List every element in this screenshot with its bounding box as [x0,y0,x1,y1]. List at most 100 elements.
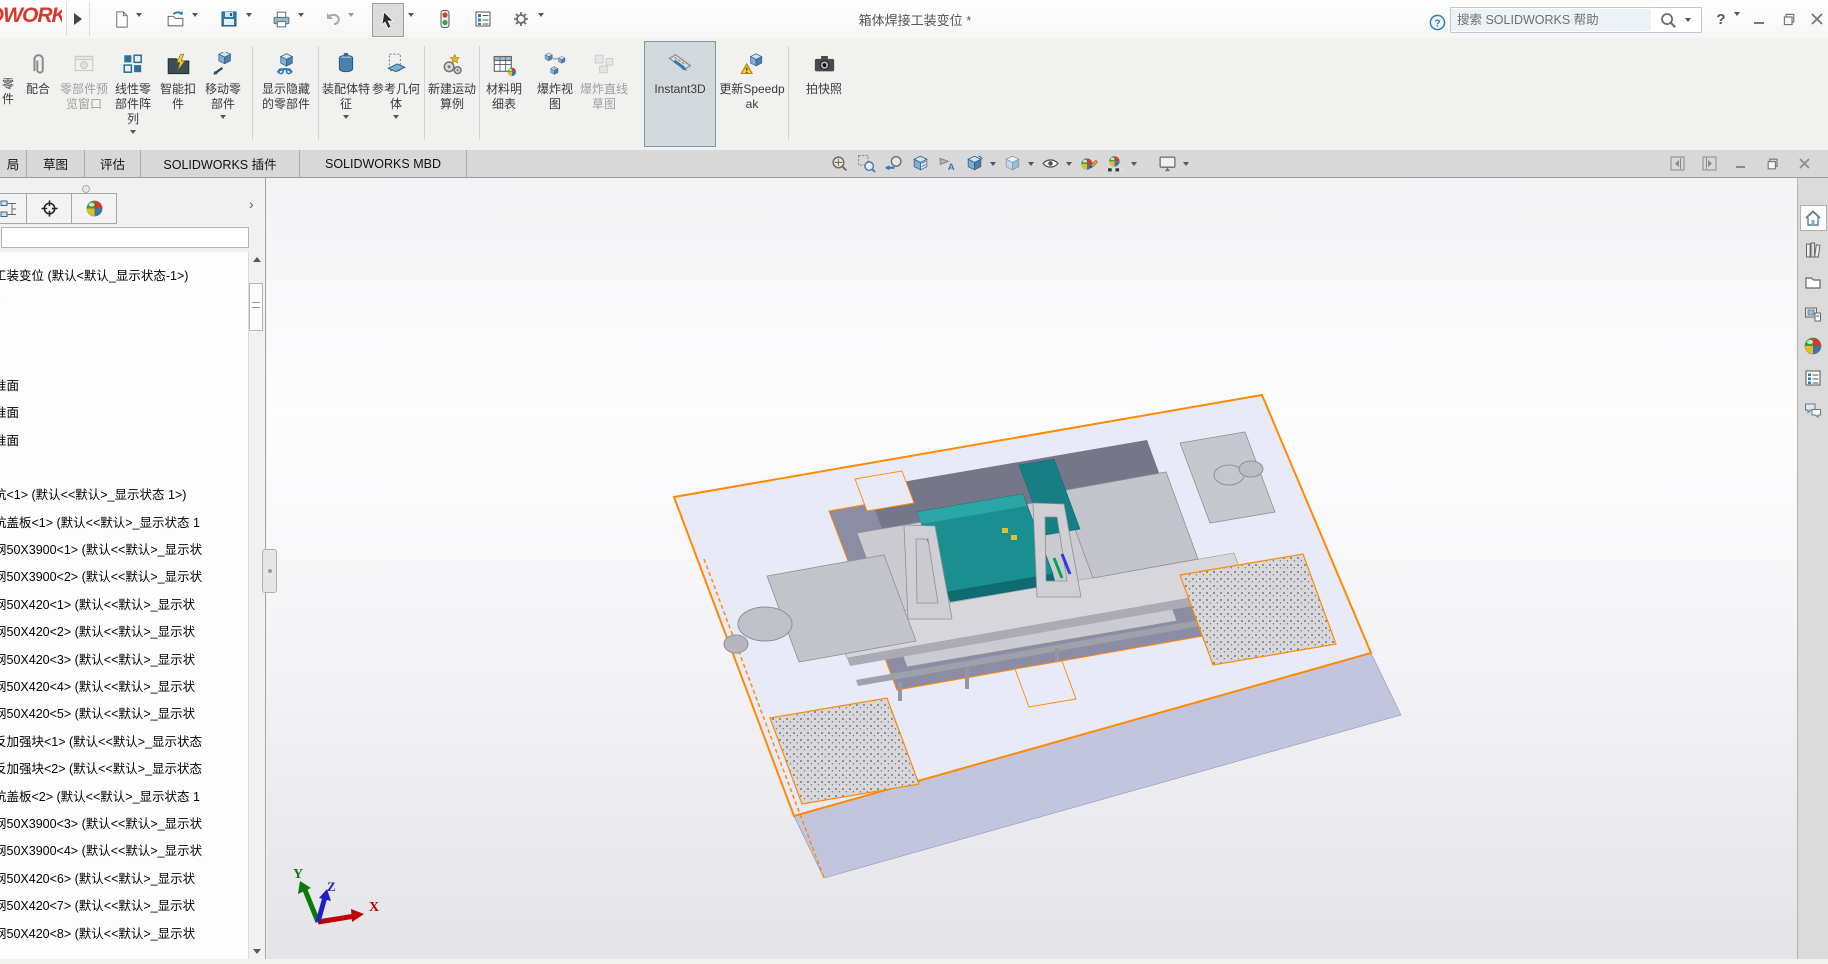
ribbon-button-insert-component-clipped[interactable]: 零 件 [0,41,16,147]
feature-tree-item[interactable]: 网50X420<2> (默认<<默认>_显示状 [0,617,248,644]
feature-tree-item[interactable]: y [0,288,248,315]
zoom-to-fit-button[interactable] [828,153,850,175]
ribbon-button-reference-geometry[interactable]: 参考几何体 [372,41,420,147]
view-orientation-button[interactable] [963,153,985,175]
reference-geometry-dropdown[interactable] [393,115,399,119]
feature-tree-item[interactable]: 网50X420<3> (默认<<默认>_显示状 [0,644,248,671]
print-button[interactable] [268,4,294,34]
feature-tree-item[interactable]: 网50X3900<3> (默认<<默认>_显示状 [0,809,248,836]
hide-show-items-button[interactable] [1039,153,1061,175]
ribbon-button-mate[interactable]: 配合 [18,41,58,147]
taskpane-appearances-button[interactable] [1800,333,1827,359]
save-dropdown[interactable] [246,17,256,27]
hide-show-items-dropdown[interactable] [1066,162,1072,166]
taskpane-file-explorer-button[interactable] [1800,269,1827,295]
panel-splitter-handle[interactable] [262,549,277,593]
feature-tree-item[interactable]: 网50X420<5> (默认<<默认>_显示状 [0,699,248,726]
ribbon-button-linear-component-pattern[interactable]: 线性零部件阵列 [110,41,156,147]
print-dropdown[interactable] [298,17,308,27]
search-input[interactable] [1451,9,1651,31]
new-document-button[interactable] [108,4,134,34]
feature-tree-item[interactable]: 网50X420<6> (默认<<默认>_显示状 [0,864,248,891]
minimize-button[interactable] [1748,8,1770,30]
taskpane-home-button[interactable] [1800,205,1827,231]
feature-tree-item[interactable]: 网50X420<1> (默认<<默认>_显示状 [0,590,248,617]
ribbon-button-update-speedpak[interactable]: 更新Speedpak [718,41,786,147]
feature-tree-item[interactable]: 工装变位 (默认<默认_显示状态-1>) [0,261,248,288]
view-settings-button[interactable] [1156,153,1178,175]
tab-property-manager[interactable] [27,193,72,224]
search-button[interactable] [1651,11,1685,30]
ribbon-button-take-snapshot[interactable]: 拍快照 [792,41,856,147]
hide-show-annotations-button[interactable] [936,153,958,175]
tab-feature-manager-tree[interactable] [0,193,27,224]
help-button[interactable]: ? [1710,8,1732,30]
view-settings-dropdown[interactable] [1183,162,1189,166]
panel-expand-chevron[interactable]: › [249,196,254,212]
ribbon-button-exploded-view[interactable]: 爆炸视图 [532,41,578,147]
restore-document-button[interactable] [1764,155,1782,173]
feature-tree-item[interactable]: 反加强块<2> (默认<<默认>_显示状态 [0,754,248,781]
select-tool-dropdown[interactable] [408,17,418,27]
new-document-dropdown[interactable] [136,17,146,27]
section-view-button[interactable] [909,153,931,175]
undo-button[interactable] [320,4,346,34]
ribbon-button-explode-line-sketch[interactable]: 爆炸直线草图 [580,41,628,147]
feature-tree-item[interactable] [0,343,248,370]
scroll-down-button[interactable] [249,944,264,959]
minimize-document-button[interactable] [1732,155,1750,173]
graphics-viewport[interactable]: X Y Z [267,178,1797,959]
taskpane-design-library-button[interactable] [1800,237,1827,263]
feature-tree-item[interactable]: 网50X3900<4> (默认<<默认>_显示状 [0,836,248,863]
apply-scene-dropdown[interactable] [1131,162,1137,166]
ribbon-button-smart-fasteners[interactable]: 智能扣件 [158,41,198,147]
tab-solidworks-add-ins[interactable]: SOLIDWORKS 插件 [141,150,300,177]
ribbon-button-bill-of-materials[interactable]: 材料明细表 [482,41,526,147]
feature-tree-item[interactable]: 坑盖板<2> (默认<<默认>_显示状态 1 [0,781,248,808]
tab-display-manager[interactable] [72,193,117,224]
feature-tree-item[interactable]: 坑盖板<1> (默认<<默认>_显示状态 1 [0,508,248,535]
move-component-dropdown[interactable] [220,115,226,119]
open-dropdown[interactable] [192,17,202,27]
feature-tree-item[interactable]: 准面 [0,425,248,452]
tab-layout-clipped[interactable]: 局 [0,150,27,177]
help-dropdown[interactable] [1734,16,1744,26]
menu-flyout-button[interactable] [66,2,90,36]
ribbon-button-assembly-features[interactable]: 装配体特征 [322,41,370,147]
tab-evaluate[interactable]: 评估 [85,150,141,177]
ribbon-button-move-component[interactable]: 移动零部件 [200,41,246,147]
undo-dropdown[interactable] [348,17,358,27]
open-button[interactable] [162,4,188,34]
search-scope-dropdown[interactable] [1685,18,1691,22]
tab-solidworks-mbd[interactable]: SOLIDWORKS MBD [300,150,467,177]
tree-scrollbar[interactable] [248,252,264,959]
ribbon-button-show-hidden-components[interactable]: 显示隐藏的零部件 [260,41,312,147]
view-orientation-dropdown[interactable] [990,162,996,166]
taskpane-view-palette-button[interactable] [1800,301,1827,327]
document-properties-button[interactable] [470,4,496,34]
options-button[interactable] [508,4,534,34]
select-tool-button[interactable] [372,3,404,37]
feature-tree-item[interactable]: 网50X420<8> (默认<<默认>_显示状 [0,918,248,945]
feature-tree-item[interactable] [0,453,248,480]
ribbon-button-component-preview[interactable]: 零部件预览窗口 [60,41,108,147]
feature-tree-item[interactable]: 网50X3900<1> (默认<<默认>_显示状 [0,535,248,562]
feature-tree-item[interactable]: 网50X3900<2> (默认<<默认>_显示状 [0,562,248,589]
feature-tree-item[interactable]: 准面 [0,371,248,398]
apply-scene-button[interactable] [1104,153,1126,175]
feature-tree-item[interactable]: 网50X420<7> (默认<<默认>_显示状 [0,891,248,918]
tree-filter-box[interactable] [1,227,249,248]
save-button[interactable] [216,4,242,34]
linear-pattern-dropdown[interactable] [130,130,136,134]
previous-view-button[interactable] [882,153,904,175]
feature-tree-item[interactable]: 准面 [0,398,248,425]
display-style-dropdown[interactable] [1028,162,1034,166]
assembly-features-dropdown[interactable] [343,115,349,119]
taskpane-custom-properties-button[interactable] [1800,365,1827,391]
restore-button[interactable] [1778,8,1800,30]
ribbon-button-instant3d[interactable]: Instant3D [644,41,716,147]
ribbon-button-new-motion-study[interactable]: 新建运动算例 [428,41,476,147]
scroll-thumb[interactable] [249,283,263,331]
dock-pane-right-button[interactable] [1700,155,1718,173]
feature-tree-item[interactable]: 网50X420<4> (默认<<默认>_显示状 [0,672,248,699]
